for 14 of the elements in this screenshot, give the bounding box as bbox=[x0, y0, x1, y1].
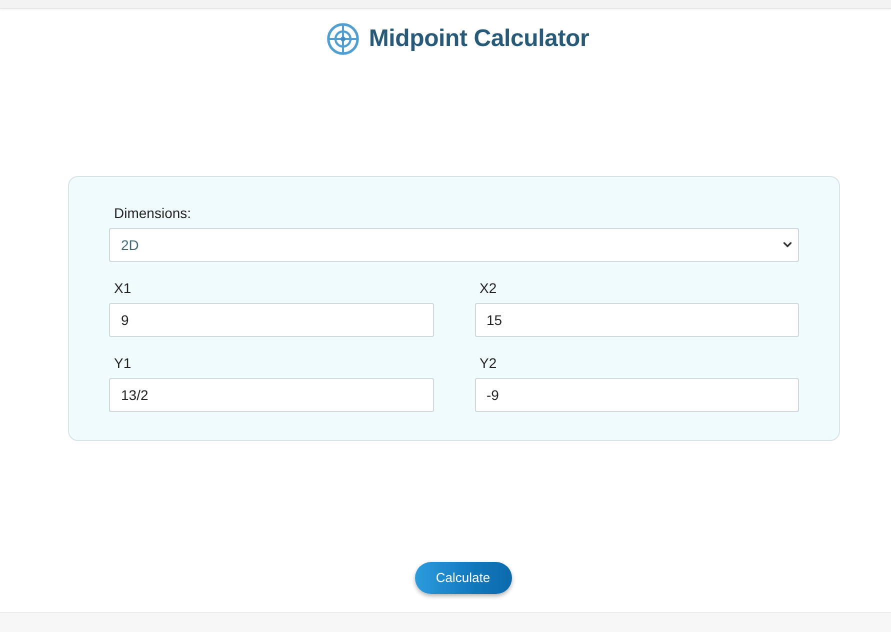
field-label: X1 bbox=[114, 279, 132, 298]
field-label: Dimensions: bbox=[114, 204, 192, 223]
input-field[interactable]: -9 bbox=[474, 378, 799, 412]
calculate-button[interactable]: Calculate bbox=[414, 562, 512, 594]
input-field[interactable]: 15 bbox=[474, 303, 799, 337]
field-label: Y1 bbox=[114, 354, 132, 373]
input-field[interactable]: 9 bbox=[109, 303, 434, 337]
chevron-down-icon bbox=[783, 242, 792, 248]
page-title: Midpoint Calculator bbox=[368, 27, 590, 51]
crosshair-icon bbox=[326, 23, 359, 55]
field-label: Y2 bbox=[480, 354, 497, 373]
field-label: X2 bbox=[480, 279, 497, 298]
input-field[interactable]: 13/2 bbox=[109, 378, 434, 412]
dimensions-select[interactable]: 2D bbox=[109, 228, 799, 262]
